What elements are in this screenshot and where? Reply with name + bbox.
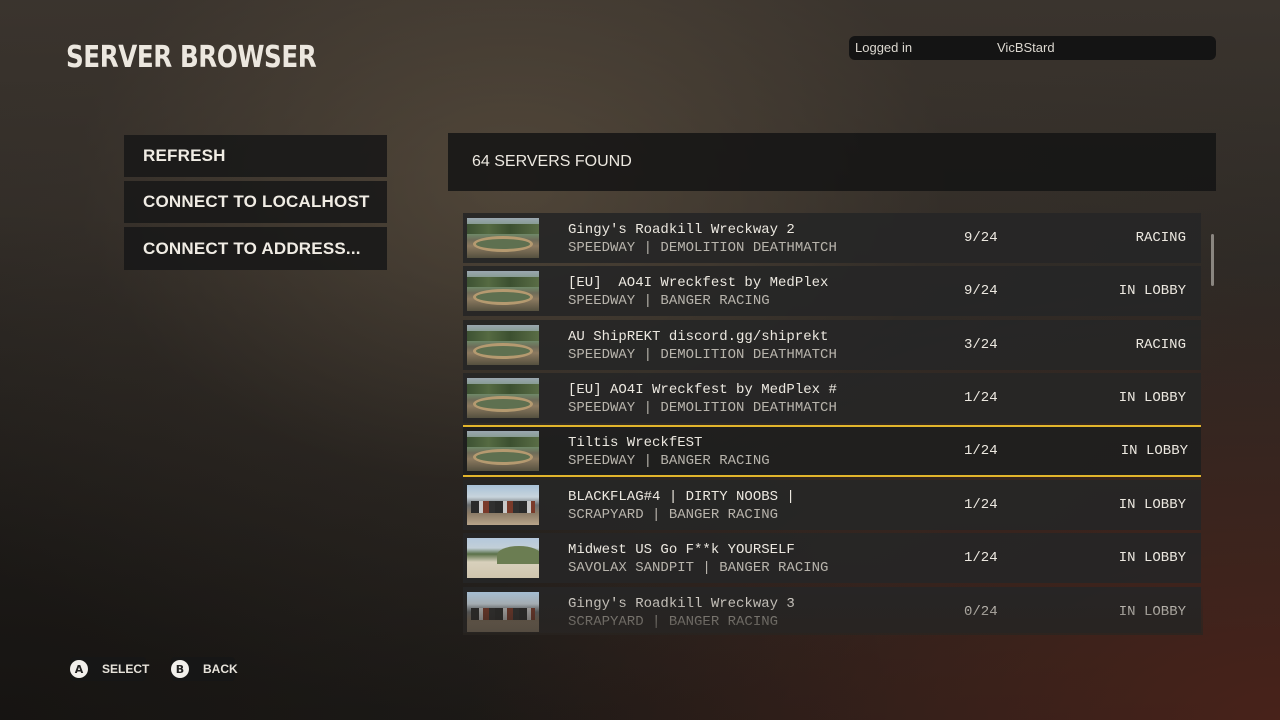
server-count: 64 SERVERS FOUND xyxy=(472,153,632,170)
server-row[interactable]: Midwest US Go F**k YOURSELF SAVOLAX SAND… xyxy=(463,533,1201,583)
server-row[interactable]: AU ShipREKT discord.gg/shiprekt SPEEDWAY… xyxy=(463,320,1201,370)
login-label: Logged in xyxy=(855,40,913,55)
connect-localhost-button[interactable]: CONNECT TO LOCALHOST xyxy=(124,181,387,223)
server-mode: SCRAPYARD | BANGER RACING xyxy=(568,507,779,523)
server-status: IN LOBBY xyxy=(1118,497,1186,513)
connect-address-button[interactable]: CONNECT TO ADDRESS... xyxy=(124,227,387,270)
side-menu: REFRESH CONNECT TO LOCALHOST CONNECT TO … xyxy=(124,135,387,274)
track-thumbnail xyxy=(467,538,539,578)
server-row[interactable]: [EU] AO4I Wreckfest by MedPlex # SPEEDWA… xyxy=(463,373,1201,423)
player-count: 1/24 xyxy=(964,497,998,513)
server-status: IN LOBBY xyxy=(1118,283,1186,299)
server-status: IN LOBBY xyxy=(1120,443,1188,459)
refresh-button[interactable]: REFRESH xyxy=(124,135,387,177)
server-name: [EU] AO4I Wreckfest by MedPlex xyxy=(568,275,829,291)
player-count: 9/24 xyxy=(964,283,998,299)
track-thumbnail xyxy=(467,592,539,632)
server-list[interactable]: Gingy's Roadkill Wreckway 2 SPEEDWAY | D… xyxy=(463,213,1201,633)
server-mode: SPEEDWAY | BANGER RACING xyxy=(568,293,770,309)
server-row[interactable]: Gingy's Roadkill Wreckway 2 SPEEDWAY | D… xyxy=(463,213,1201,263)
player-count: 3/24 xyxy=(964,337,998,353)
a-button-icon: A xyxy=(70,660,88,678)
login-status-bar: Logged in VicBStard xyxy=(849,36,1216,60)
server-row-selected[interactable]: Tiltis WreckfEST SPEEDWAY | BANGER RACIN… xyxy=(463,425,1201,477)
server-name: Gingy's Roadkill Wreckway 2 xyxy=(568,222,795,238)
server-status: IN LOBBY xyxy=(1118,550,1186,566)
server-mode: SCRAPYARD | BANGER RACING xyxy=(568,614,779,630)
player-count: 1/24 xyxy=(964,550,998,566)
server-mode: SPEEDWAY | DEMOLITION DEATHMATCH xyxy=(568,400,837,416)
player-count: 1/24 xyxy=(964,443,998,459)
server-mode: SPEEDWAY | DEMOLITION DEATHMATCH xyxy=(568,240,837,256)
server-status: RACING xyxy=(1135,230,1186,246)
username: VicBStard xyxy=(997,40,1055,55)
server-status: RACING xyxy=(1135,337,1186,353)
server-status: IN LOBBY xyxy=(1118,604,1186,620)
select-hint[interactable]: A SELECT xyxy=(70,657,149,681)
b-button-icon: B xyxy=(171,660,189,678)
back-hint[interactable]: B BACK xyxy=(171,657,238,681)
select-label: SELECT xyxy=(102,662,150,676)
server-mode: SAVOLAX SANDPIT | BANGER RACING xyxy=(568,560,829,576)
player-count: 1/24 xyxy=(964,390,998,406)
track-thumbnail xyxy=(467,378,539,418)
server-status: IN LOBBY xyxy=(1118,390,1186,406)
player-count: 9/24 xyxy=(964,230,998,246)
server-name: [EU] AO4I Wreckfest by MedPlex # xyxy=(568,382,837,398)
server-mode: SPEEDWAY | BANGER RACING xyxy=(568,453,770,469)
page-title: SERVER BROWSER xyxy=(66,40,317,75)
server-name: Midwest US Go F**k YOURSELF xyxy=(568,542,795,558)
server-row[interactable]: BLACKFLAG#4 | DIRTY NOOBS | SCRAPYARD | … xyxy=(463,480,1201,530)
track-thumbnail xyxy=(467,485,539,525)
track-thumbnail xyxy=(467,431,539,471)
server-name: Gingy's Roadkill Wreckway 3 xyxy=(568,596,795,612)
track-thumbnail xyxy=(467,325,539,365)
server-name: Tiltis WreckfEST xyxy=(568,435,703,451)
server-row[interactable]: [EU] AO4I Wreckfest by MedPlex SPEEDWAY … xyxy=(463,266,1201,316)
server-name: AU ShipREKT discord.gg/shiprekt xyxy=(568,329,829,345)
server-name: BLACKFLAG#4 | DIRTY NOOBS | xyxy=(568,489,795,505)
server-mode: SPEEDWAY | DEMOLITION DEATHMATCH xyxy=(568,347,837,363)
back-label: BACK xyxy=(203,662,238,676)
list-scrollbar[interactable] xyxy=(1211,234,1214,286)
server-count-header: 64 SERVERS FOUND xyxy=(448,133,1216,191)
track-thumbnail xyxy=(467,271,539,311)
server-row[interactable]: Gingy's Roadkill Wreckway 3 SCRAPYARD | … xyxy=(463,587,1201,633)
player-count: 0/24 xyxy=(964,604,998,620)
track-thumbnail xyxy=(467,218,539,258)
